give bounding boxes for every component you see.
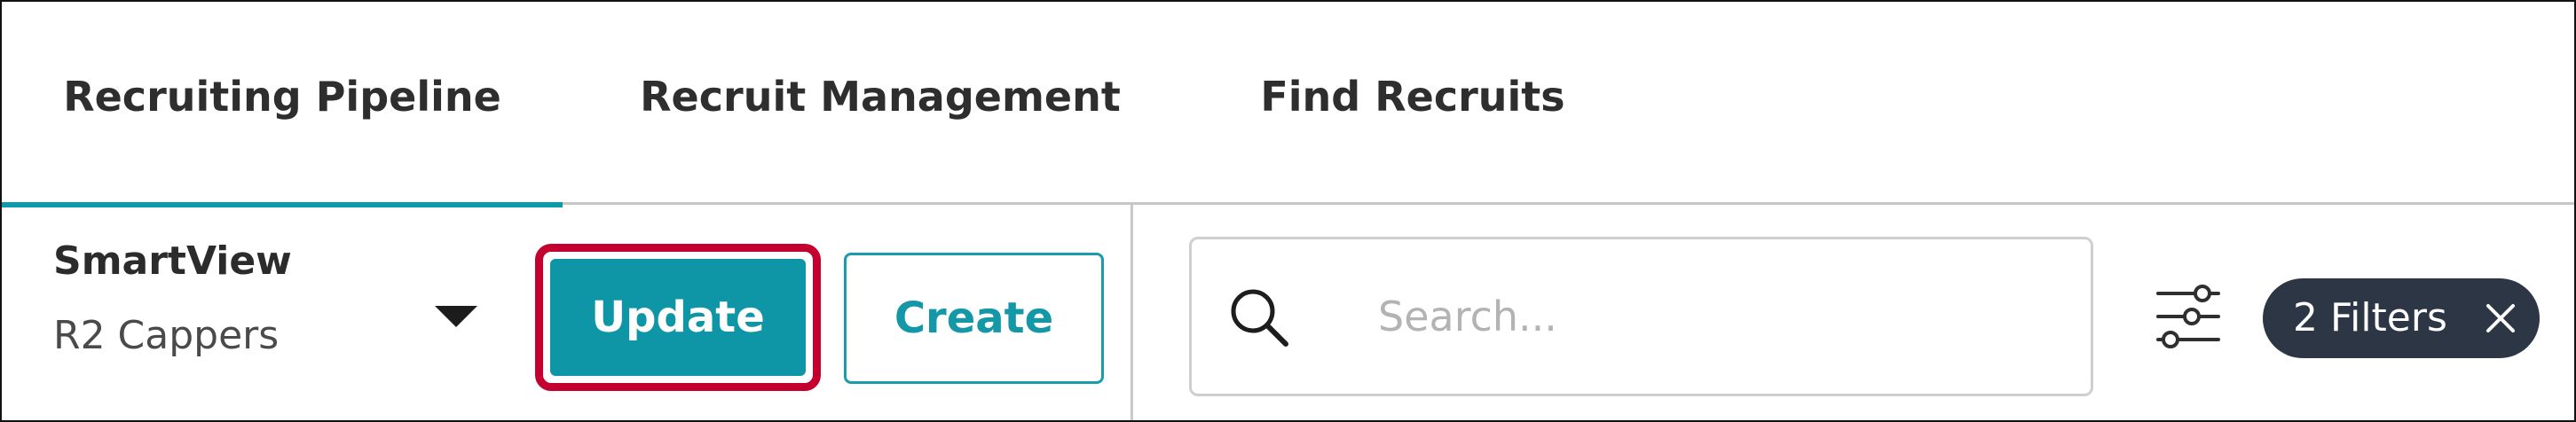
create-button[interactable]: Create: [844, 253, 1104, 384]
tab-label: Recruit Management: [640, 72, 1121, 121]
filters-chip[interactable]: 2 Filters: [2263, 278, 2540, 358]
tab-label: Find Recruits: [1260, 72, 1565, 121]
search-icon: [1231, 289, 1288, 347]
tab-find-recruits[interactable]: Find Recruits: [1235, 2, 1590, 205]
toolbar: SmartView R2 Cappers Update Create 2 Fil…: [2, 205, 2574, 420]
smartview-dropdown[interactable]: SmartView R2 Cappers: [53, 238, 497, 389]
smartview-label: SmartView: [53, 238, 292, 284]
close-icon[interactable]: [2481, 299, 2520, 338]
filters-chip-label: 2 Filters: [2293, 295, 2447, 340]
tab-bar: Recruiting Pipeline Recruit Management F…: [2, 2, 2574, 207]
search-input[interactable]: [1378, 278, 2052, 355]
update-button[interactable]: Update: [550, 259, 806, 376]
tab-recruiting-pipeline[interactable]: Recruiting Pipeline: [2, 2, 563, 207]
app-frame: Recruiting Pipeline Recruit Management F…: [0, 0, 2576, 422]
sliders-icon[interactable]: [2153, 281, 2224, 352]
smartview-selected-value: R2 Cappers: [53, 313, 280, 358]
toolbar-divider: [1130, 205, 1133, 420]
tab-label: Recruiting Pipeline: [63, 72, 501, 121]
tab-recruit-management[interactable]: Recruit Management: [623, 2, 1138, 205]
caret-down-icon[interactable]: [435, 306, 477, 327]
search-box[interactable]: [1189, 237, 2093, 396]
